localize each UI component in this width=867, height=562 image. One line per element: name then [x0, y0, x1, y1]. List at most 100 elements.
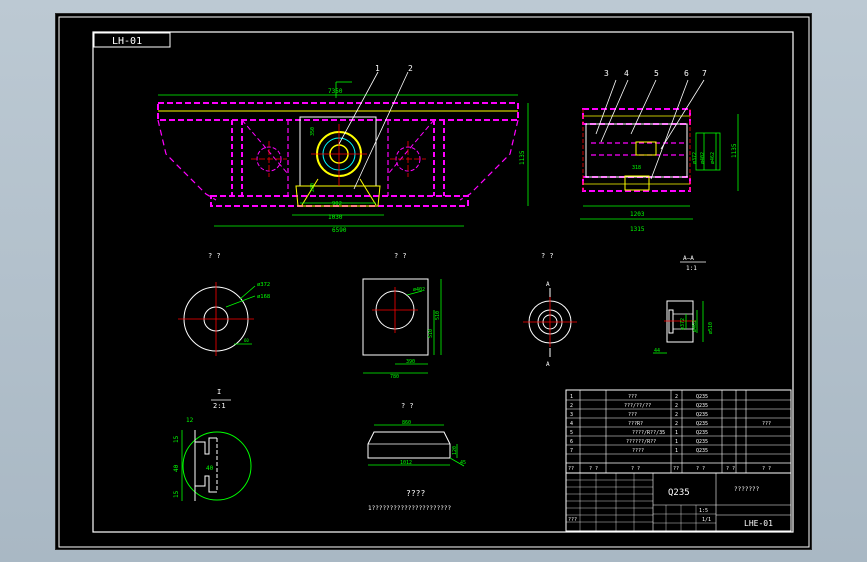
view-label-2: ? ? [394, 252, 407, 260]
callout-5: 5 [654, 69, 659, 78]
title-sheet: 1/1 [702, 517, 711, 523]
drawing-code-box: LH-01 [93, 32, 171, 48]
tech-requirements: ???? 1?????????????????????? [368, 489, 451, 512]
bom-row-note: ??? [762, 421, 771, 427]
dim-overall-bottom: 6590 [332, 227, 347, 234]
dim-side-h1: 1135 [731, 143, 738, 158]
bom-row-no: 7 [570, 448, 573, 454]
callout-6: 6 [684, 69, 689, 78]
bom-row-qty: 1 [675, 430, 678, 436]
dim-plate-w1: 390 [406, 359, 415, 365]
drawing-code-top: LH-01 [112, 36, 142, 47]
title-part-name: ??????? [734, 486, 760, 493]
bom-row-name: ??? [628, 412, 637, 418]
bom-row-name: ??? [628, 394, 637, 400]
view-label-i: I [217, 388, 221, 396]
section-a-bottom: A [546, 361, 550, 368]
section-a-top: A [546, 281, 550, 288]
dim-ring-inner: ø168 [257, 294, 270, 300]
bom-header-code: ? ? [589, 466, 598, 472]
dim-i-40b: 40 [206, 465, 214, 472]
dim-base-outer: 1030 [328, 214, 343, 221]
bom-row-name: ????/R??/35 [632, 430, 665, 436]
bom-row-no: 2 [570, 403, 573, 409]
dim-side-r2: ø402 [700, 152, 706, 164]
bom-row-no: 4 [570, 421, 573, 427]
callout-7: 7 [702, 69, 707, 78]
view-label-1: ? ? [208, 252, 221, 260]
dim-side-r3: ø372 [692, 152, 698, 164]
side-view: 1203 1315 1135 ø462 ø402 ø372 318 3 4 5 … [580, 69, 739, 233]
bom-row-name: ??????/R?? [626, 439, 656, 445]
detail-plate: ? ? ø402 510 510 390 780 [362, 252, 442, 380]
bom-row-qty: 1 [675, 448, 678, 454]
bom-header-mat: ? ? [696, 466, 705, 472]
dim-overall-top: 7350 [328, 88, 343, 95]
bom-row-mat: Q235 [696, 394, 708, 400]
detail-trapezoid: ? ? 860 1012 120 45 [367, 402, 466, 467]
dim-plate-h2: 510 [428, 329, 434, 338]
view-label-3: ? ? [541, 252, 554, 260]
bom-row-mat: Q235 [696, 403, 708, 409]
drawing-canvas: LH-01 7350 6590 1030 902 1135 350 280 1 … [58, 16, 810, 548]
view-label-i-scale: 2:1 [213, 402, 226, 410]
dim-side-r1: ø462 [710, 152, 716, 164]
dim-side-w1: 1203 [630, 211, 645, 218]
view-label-aa-scale: 1:1 [686, 265, 697, 272]
dim-plate-w2: 780 [390, 374, 399, 380]
bom-row-no: 3 [570, 412, 573, 418]
dim-side-w2: 1315 [630, 226, 645, 233]
dim-height: 1135 [519, 150, 526, 165]
dim-base-inner: 902 [332, 201, 342, 207]
dim-plate-hole: ø402 [413, 287, 425, 293]
dim-side-d1: 318 [632, 165, 641, 171]
tech-title: ???? [406, 489, 425, 498]
dim-trap-slope: 45 [460, 460, 466, 466]
tech-note: 1?????????????????????? [368, 505, 451, 512]
title-block: Q235 ??????? 1:5 1/1 ??? LHE-01 [565, 472, 792, 532]
dim-aa-d1: ø372 [680, 318, 686, 330]
bom-row-qty: 2 [675, 421, 678, 427]
dim-ring-note: 60 [244, 338, 249, 343]
detail-section-aa: A—A 1:1 ø372 ø462 ø510 44 [653, 255, 714, 354]
dim-trap-h: 120 [452, 446, 458, 455]
callout-2: 2 [408, 64, 413, 73]
detail-i: I 2:1 12 15 40 40 15 [173, 388, 252, 501]
callout-3: 3 [604, 69, 609, 78]
bom-row-no: 5 [570, 430, 573, 436]
bom-row-mat: Q235 [696, 430, 708, 436]
bom-row-no: 6 [570, 439, 573, 445]
sheet-border-inner [92, 31, 794, 533]
bom-row-mat: Q235 [696, 448, 708, 454]
view-label-aa: A—A [683, 255, 694, 262]
bom-row-mat: Q235 [696, 439, 708, 445]
dim-i-15b: 15 [173, 490, 180, 498]
title-material: Q235 [668, 488, 690, 498]
callout-1: 1 [375, 64, 380, 73]
bom-row-no: 1 [570, 394, 573, 400]
dim-aa-d2: ø462 [692, 320, 698, 332]
dim-aa-w: 44 [654, 348, 660, 354]
bom-header-qty: ?? [673, 466, 679, 472]
dim-ring-outer: ø372 [257, 282, 270, 288]
bom-row-qty: 2 [675, 412, 678, 418]
bom-row-mat: Q235 [696, 412, 708, 418]
title-scale: 1:5 [699, 508, 708, 514]
view-label-4: ? ? [401, 402, 414, 410]
bom-row-mat: Q235 [696, 421, 708, 427]
dim-i-40a: 40 [173, 464, 180, 472]
front-view: 7350 6590 1030 902 1135 350 280 1 2 [157, 64, 529, 234]
dim-plate-h1: 510 [435, 311, 441, 320]
dim-i-15a: 15 [173, 435, 180, 443]
bom-header-name: ? ? [631, 466, 640, 472]
dim-aa-d3: ø510 [708, 322, 714, 334]
drawing-code-bottom: LHE-01 [744, 519, 773, 528]
bom-row-qty: 1 [675, 439, 678, 445]
bom-row-name: ???? [632, 448, 644, 454]
callout-4: 4 [624, 69, 629, 78]
bom-row-qty: 2 [675, 394, 678, 400]
dim-b280: 280 [310, 183, 316, 192]
detail-bearing: ? ? A A [523, 252, 577, 368]
cad-viewport[interactable]: LH-01 7350 6590 1030 902 1135 350 280 1 … [55, 13, 812, 550]
dim-b350: 350 [310, 127, 316, 136]
